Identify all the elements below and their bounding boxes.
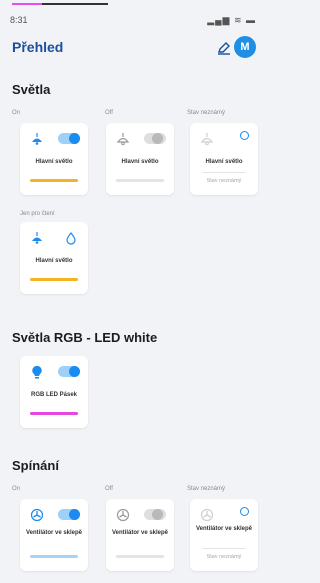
switch-card-on[interactable]: Ventilátor ve sklepě bbox=[20, 499, 88, 571]
rgb-card[interactable]: RGB LED Pásek bbox=[20, 356, 88, 428]
card-label: Hlavní světlo bbox=[121, 159, 159, 165]
section-title-svetla: Světla bbox=[12, 82, 51, 97]
ceiling-lamp-icon bbox=[32, 232, 42, 244]
pen-icon bbox=[218, 42, 230, 55]
status-time: 8:31 bbox=[10, 15, 28, 25]
group-label-on: On bbox=[12, 486, 21, 492]
group-label-off: Off bbox=[105, 486, 113, 492]
card-label: Hlavní světlo bbox=[205, 159, 243, 165]
switch-toggle[interactable] bbox=[58, 509, 80, 520]
card-label: Hlavní světlo bbox=[35, 258, 73, 264]
avatar-letter: M bbox=[240, 41, 250, 53]
app-header: Přehled M bbox=[0, 36, 266, 60]
group-label-readonly: Jen pro čtení bbox=[20, 211, 55, 217]
card-status-text: Stav neznámý bbox=[206, 178, 242, 184]
switch-card-off[interactable]: Ventilátor ve sklepě bbox=[106, 499, 174, 571]
section-title-spinani: Spínání bbox=[12, 458, 59, 473]
fan-icon bbox=[200, 508, 214, 522]
status-bar-indicator bbox=[30, 555, 78, 558]
light-toggle[interactable] bbox=[144, 133, 166, 144]
group-label-on: On bbox=[12, 110, 21, 116]
top-indicator bbox=[12, 3, 122, 5]
info-icon[interactable] bbox=[240, 131, 249, 140]
section-title-rgb: Světla RGB - LED white bbox=[12, 330, 158, 345]
light-card-unknown[interactable]: Hlavní světlo Stav neznámý bbox=[190, 123, 258, 195]
page-title: Přehled bbox=[12, 39, 64, 55]
ceiling-lamp-off-icon bbox=[116, 133, 130, 146]
switch-card-unknown[interactable]: Ventilátor ve sklepě Stav neznámý bbox=[190, 499, 258, 571]
drop-icon bbox=[66, 232, 76, 245]
status-bar-indicator bbox=[116, 179, 164, 182]
status-bar-indicator bbox=[30, 278, 78, 281]
card-label: Ventilátor ve sklepě bbox=[195, 526, 253, 532]
group-label-unknown: Stav neznámý bbox=[187, 486, 226, 492]
status-icons: ▂▄▆ ≋ ▬ bbox=[207, 15, 256, 25]
status-bar-indicator bbox=[30, 179, 78, 182]
status-bar-indicator bbox=[30, 412, 78, 415]
card-label: Hlavní světlo bbox=[35, 159, 73, 165]
ceiling-lamp-icon bbox=[32, 133, 42, 145]
status-bar: 8:31 ▂▄▆ ≋ ▬ bbox=[10, 15, 256, 27]
rgb-toggle[interactable] bbox=[58, 366, 80, 377]
avatar[interactable]: M bbox=[234, 36, 256, 58]
card-status-text: Stav neznámý bbox=[206, 554, 242, 560]
light-card-on[interactable]: Hlavní světlo bbox=[20, 123, 88, 195]
card-label: RGB LED Pásek bbox=[30, 392, 78, 398]
fan-icon bbox=[30, 508, 44, 522]
bulb-icon bbox=[32, 365, 42, 379]
info-icon[interactable] bbox=[240, 507, 249, 516]
light-card-off[interactable]: Hlavní světlo bbox=[106, 123, 174, 195]
light-toggle[interactable] bbox=[58, 133, 80, 144]
status-bar-indicator bbox=[116, 555, 164, 558]
switch-toggle[interactable] bbox=[144, 509, 166, 520]
card-label: Ventilátor ve sklepě bbox=[111, 530, 169, 536]
app-screen: 8:31 ▂▄▆ ≋ ▬ Přehled M Světla On Off Sta… bbox=[0, 0, 266, 583]
ceiling-lamp-off-icon bbox=[200, 133, 214, 146]
group-label-off: Off bbox=[105, 110, 113, 116]
group-label-unknown: Stav neznámý bbox=[187, 110, 226, 116]
card-label: Ventilátor ve sklepě bbox=[25, 530, 83, 536]
edit-button[interactable] bbox=[216, 40, 232, 56]
light-card-readonly[interactable]: Hlavní světlo bbox=[20, 222, 88, 294]
fan-icon bbox=[116, 508, 130, 522]
